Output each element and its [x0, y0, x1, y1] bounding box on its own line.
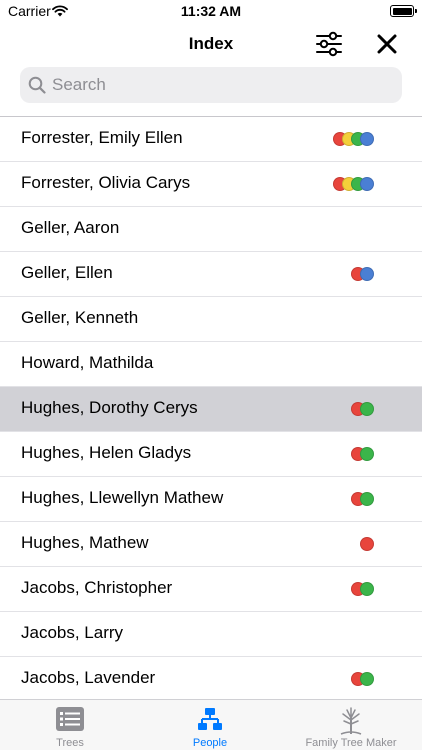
tree-membership-dots [333, 177, 374, 191]
person-row[interactable]: Jacobs, Larry [0, 612, 422, 657]
person-name: Geller, Aaron [21, 218, 120, 237]
tab-people[interactable]: People [160, 700, 260, 750]
person-row[interactable]: Hughes, Helen Gladys [0, 432, 422, 477]
tree-membership-dots [351, 402, 374, 416]
tab-family-tree-maker[interactable]: Family Tree Maker [296, 700, 406, 750]
tab-family-tree-maker-label: Family Tree Maker [305, 737, 397, 749]
person-name: Hughes, Helen Gladys [21, 443, 192, 462]
person-row[interactable]: Geller, Kenneth [0, 297, 422, 342]
person-name: Hughes, Mathew [21, 533, 149, 552]
tree-color-dot [360, 267, 374, 281]
tree-membership-dots [351, 447, 374, 461]
page-title: Index [188, 34, 234, 53]
person-row[interactable]: Hughes, Dorothy Cerys [0, 387, 422, 432]
tab-people-label: People [192, 737, 228, 749]
tree-color-dot [360, 582, 374, 596]
tree-color-dot [360, 672, 374, 686]
person-name: Hughes, Llewellyn Mathew [21, 488, 224, 507]
close-button[interactable] [374, 31, 400, 57]
person-row[interactable]: Geller, Ellen [0, 252, 422, 297]
tab-bar: Trees People Family Tree Maker [0, 699, 422, 750]
sliders-icon [316, 31, 342, 57]
search-bar[interactable] [20, 67, 402, 103]
close-icon [377, 34, 397, 54]
status-bar: Carrier 11:32 AM [0, 0, 422, 22]
tab-trees-label: Trees [56, 737, 84, 749]
tree-color-dot [360, 492, 374, 506]
person-row[interactable]: Hughes, Mathew [0, 522, 422, 567]
people-tree-icon [198, 708, 222, 730]
battery-icon [390, 5, 417, 17]
tree-color-dot [360, 177, 374, 191]
tree-membership-dots [351, 492, 374, 506]
navigation-bar: Index [0, 22, 422, 66]
person-row[interactable]: Jacobs, Lavender [0, 657, 422, 699]
person-row[interactable]: Forrester, Emily Ellen [0, 117, 422, 162]
tree-color-dot [360, 447, 374, 461]
tree-color-dot [360, 402, 374, 416]
tree-color-dot [360, 132, 374, 146]
tab-trees[interactable]: Trees [20, 700, 120, 750]
person-name: Geller, Kenneth [21, 308, 139, 327]
person-row[interactable]: Geller, Aaron [0, 207, 422, 252]
person-name: Howard, Mathilda [21, 353, 154, 372]
person-name: Forrester, Olivia Carys [21, 173, 191, 192]
person-name: Hughes, Dorothy Cerys [21, 398, 198, 417]
person-name: Jacobs, Larry [21, 623, 124, 642]
tree-logo-icon [340, 707, 362, 735]
person-row[interactable]: Howard, Mathilda [0, 342, 422, 387]
person-row[interactable]: Hughes, Llewellyn Mathew [0, 477, 422, 522]
tree-membership-dots [351, 267, 374, 281]
tree-color-dot [360, 537, 374, 551]
list-icon [56, 707, 84, 731]
search-icon [28, 76, 46, 99]
person-name: Jacobs, Christopher [21, 578, 173, 597]
person-row[interactable]: Forrester, Olivia Carys [0, 162, 422, 207]
people-list[interactable]: Forrester, Emily Ellen Forrester, Olivia … [0, 116, 422, 699]
person-name: Geller, Ellen [21, 263, 113, 282]
filter-button[interactable] [314, 30, 344, 58]
tree-membership-dots [351, 582, 374, 596]
status-time: 11:32 AM [180, 3, 242, 19]
person-name: Forrester, Emily Ellen [21, 128, 183, 147]
search-input[interactable] [52, 67, 392, 103]
person-row[interactable]: Jacobs, Christopher [0, 567, 422, 612]
tree-membership-dots [360, 537, 374, 551]
person-name: Jacobs, Lavender [21, 668, 156, 687]
tree-membership-dots [333, 132, 374, 146]
tree-membership-dots [351, 672, 374, 686]
